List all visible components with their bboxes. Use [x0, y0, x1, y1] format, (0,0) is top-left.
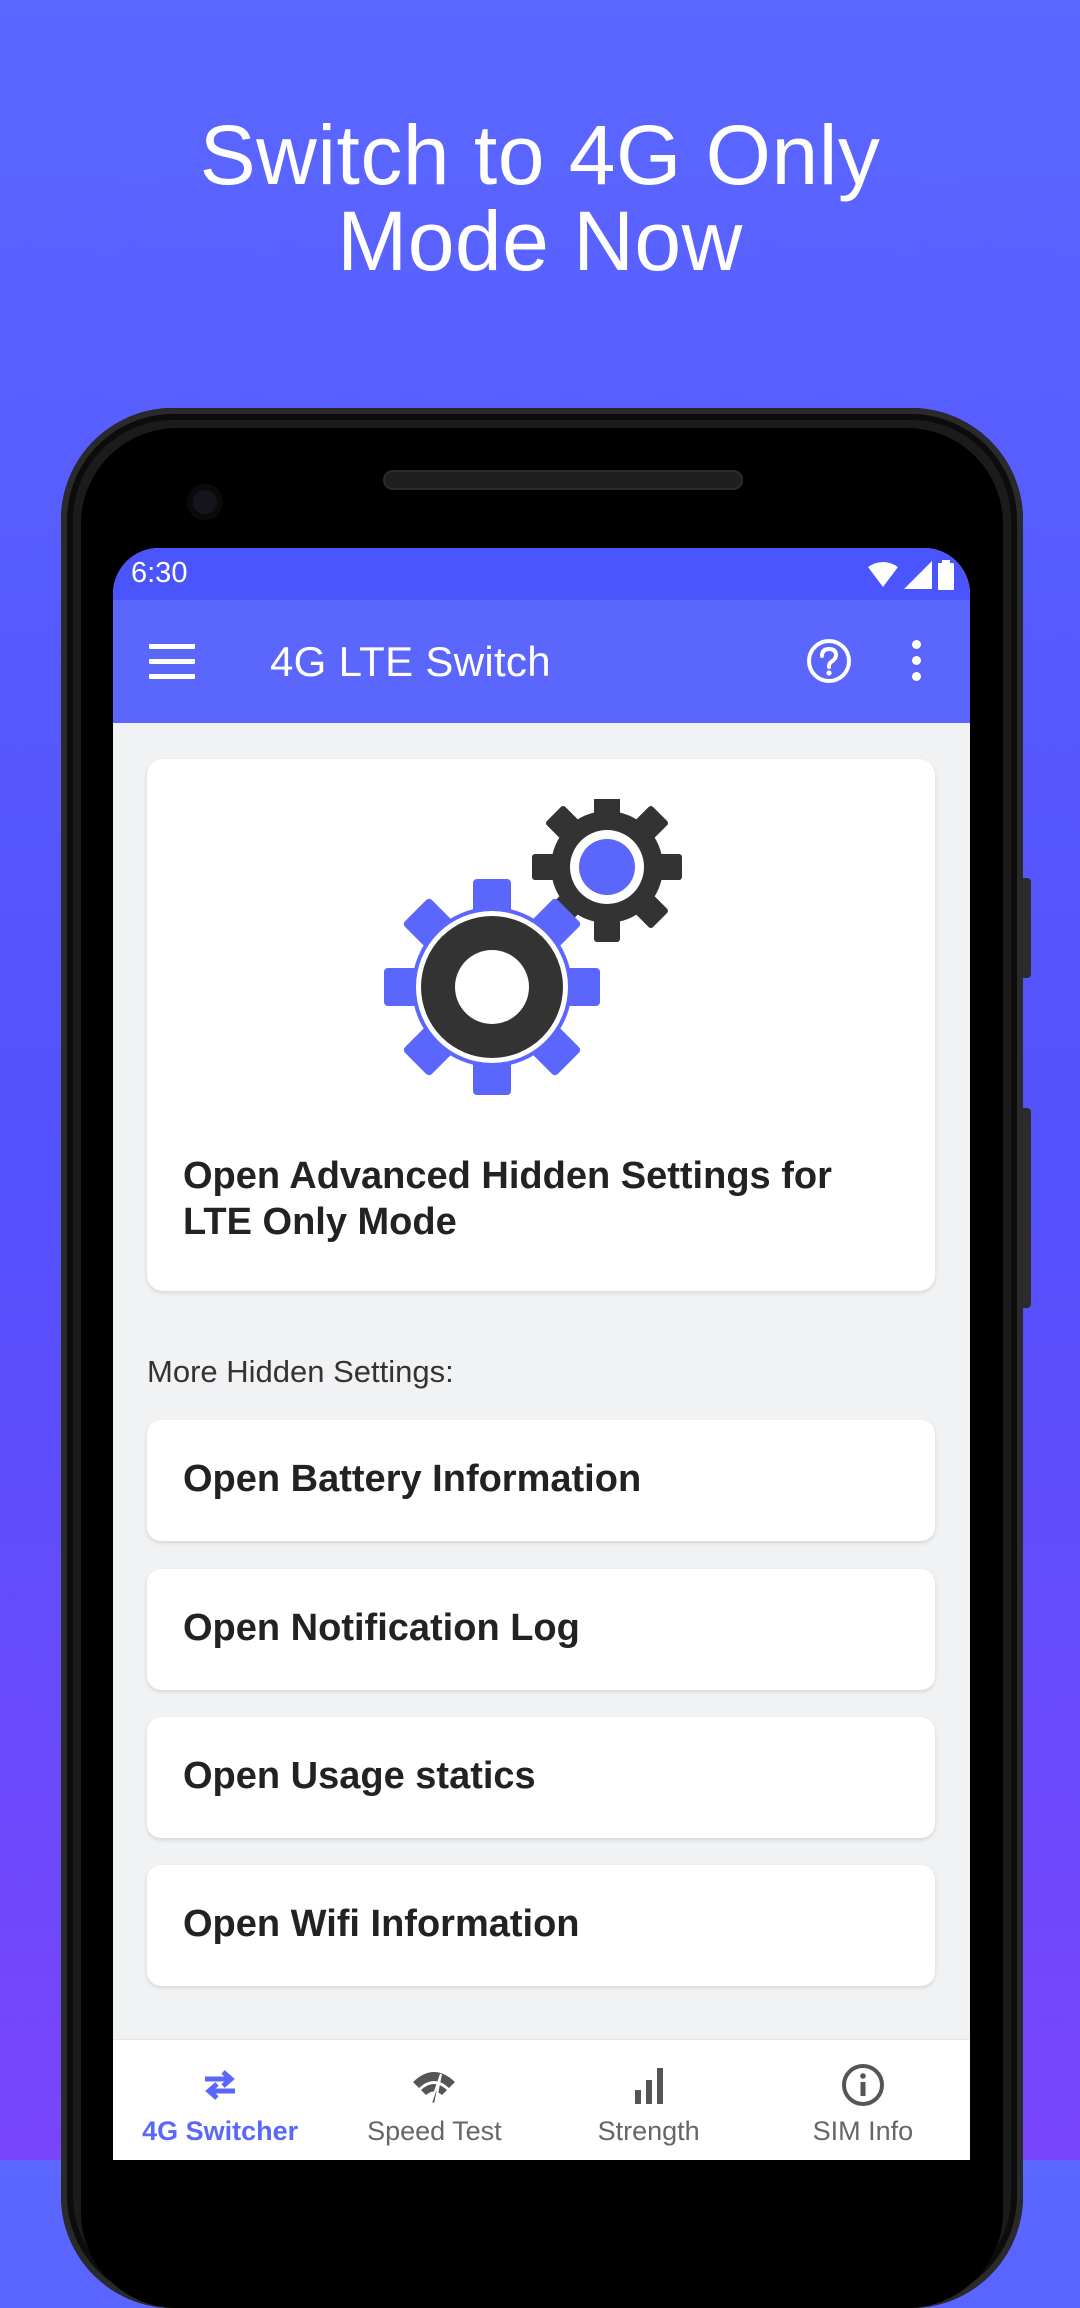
wifi-icon: [868, 562, 898, 587]
item-label: Open Battery Information: [183, 1458, 642, 1500]
bottom-navigation: 4G Switcher Speed Test Strength SIM Info: [113, 2039, 970, 2160]
nav-speed-test[interactable]: Speed Test: [327, 2040, 541, 2160]
volume-button: [1023, 1108, 1031, 1308]
nav-4g-switcher[interactable]: 4G Switcher: [113, 2040, 327, 2160]
advanced-settings-label: Open Advanced Hidden Settings for LTE On…: [183, 1155, 832, 1243]
item-label: Open Notification Log: [183, 1607, 580, 1649]
nav-sim-info[interactable]: SIM Info: [756, 2040, 970, 2160]
battery-information-item[interactable]: Open Battery Information: [147, 1420, 935, 1541]
signal-bars-icon: [634, 2068, 663, 2104]
promo-headline: Switch to 4G Only Mode Now: [0, 112, 1080, 284]
speedometer-icon: [413, 2072, 456, 2106]
nav-label: Strength: [597, 2116, 700, 2146]
item-label: Open Wifi Information: [183, 1903, 580, 1945]
app-bar: 4G LTE Switch: [113, 600, 970, 723]
nav-label: Speed Test: [367, 2116, 502, 2146]
power-button: [1023, 878, 1031, 978]
earpiece-speaker: [383, 470, 743, 490]
menu-icon[interactable]: [149, 644, 195, 680]
notification-log-item[interactable]: Open Notification Log: [147, 1569, 935, 1690]
usage-statics-item[interactable]: Open Usage statics: [147, 1717, 935, 1838]
section-label: More Hidden Settings:: [147, 1354, 454, 1389]
status-bar: 6:30: [113, 548, 970, 600]
info-icon: [841, 2064, 884, 2106]
item-label: Open Usage statics: [183, 1755, 536, 1797]
promo-headline-line-1: Switch to 4G Only: [199, 108, 881, 202]
nav-strength[interactable]: Strength: [542, 2040, 756, 2160]
more-vert-icon[interactable]: [909, 640, 923, 684]
nav-label: 4G Switcher: [142, 2116, 299, 2146]
advanced-settings-card[interactable]: Open Advanced Hidden Settings for LTE On…: [147, 759, 935, 1291]
front-camera: [187, 484, 223, 520]
promo-headline-line-2: Mode Now: [337, 194, 743, 288]
status-time: 6:30: [131, 557, 188, 589]
app-title: 4G LTE Switch: [270, 638, 551, 685]
phone-screen: 6:30 4G LTE Switch Open Advanced Hidden …: [113, 548, 970, 2160]
gears-icon: [384, 799, 682, 1095]
help-icon[interactable]: [806, 638, 852, 684]
nav-label: SIM Info: [812, 2116, 914, 2146]
swap-arrows-icon: [205, 2070, 236, 2100]
wifi-information-item[interactable]: Open Wifi Information: [147, 1865, 935, 1986]
signal-icon: [904, 561, 932, 589]
battery-icon: [938, 560, 954, 590]
